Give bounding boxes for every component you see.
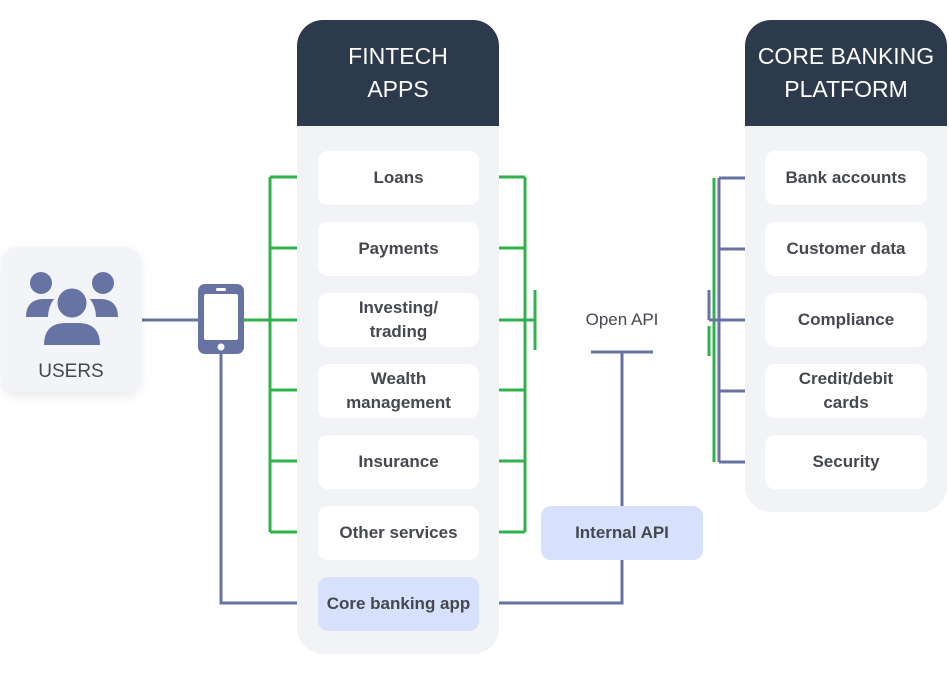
- fintech-apps-header: FINTECH APPS: [297, 20, 499, 126]
- fintech-item-wealth-management[interactable]: Wealth management: [318, 364, 479, 418]
- fintech-item-insurance[interactable]: Insurance: [318, 435, 479, 489]
- core-banking-header: CORE BANKING PLATFORM: [745, 20, 947, 126]
- core-item-bank-accounts[interactable]: Bank accounts: [765, 151, 927, 205]
- fintech-item-loans[interactable]: Loans: [318, 151, 479, 205]
- smartphone-icon[interactable]: [198, 284, 244, 354]
- core-app-internal-api-line: [478, 560, 624, 605]
- core-title-line1: CORE BANKING: [757, 43, 935, 69]
- fintech-title-line2: APPS: [367, 76, 429, 102]
- core-title-line2: PLATFORM: [784, 76, 908, 102]
- fintech-item-payments[interactable]: Payments: [318, 222, 479, 276]
- core-item-customer-data[interactable]: Customer data: [765, 222, 927, 276]
- internal-api-box[interactable]: Internal API: [541, 506, 703, 560]
- fintech-title-line1: FINTECH: [348, 43, 448, 69]
- core-item-compliance[interactable]: Compliance: [765, 293, 927, 347]
- users-icon: [26, 272, 118, 345]
- fintech-item-investing-trading[interactable]: Investing/ trading: [318, 293, 479, 347]
- users-card: USERS: [2, 247, 140, 392]
- core-item-credit-debit-cards[interactable]: Credit/debit cards: [765, 364, 927, 418]
- core-item-security[interactable]: Security: [765, 435, 927, 489]
- users-label: USERS: [38, 361, 104, 382]
- fintech-item-other-services[interactable]: Other services: [318, 506, 479, 560]
- core-banking-app[interactable]: Core banking app: [318, 577, 479, 631]
- open-api-label: Open API: [585, 310, 659, 329]
